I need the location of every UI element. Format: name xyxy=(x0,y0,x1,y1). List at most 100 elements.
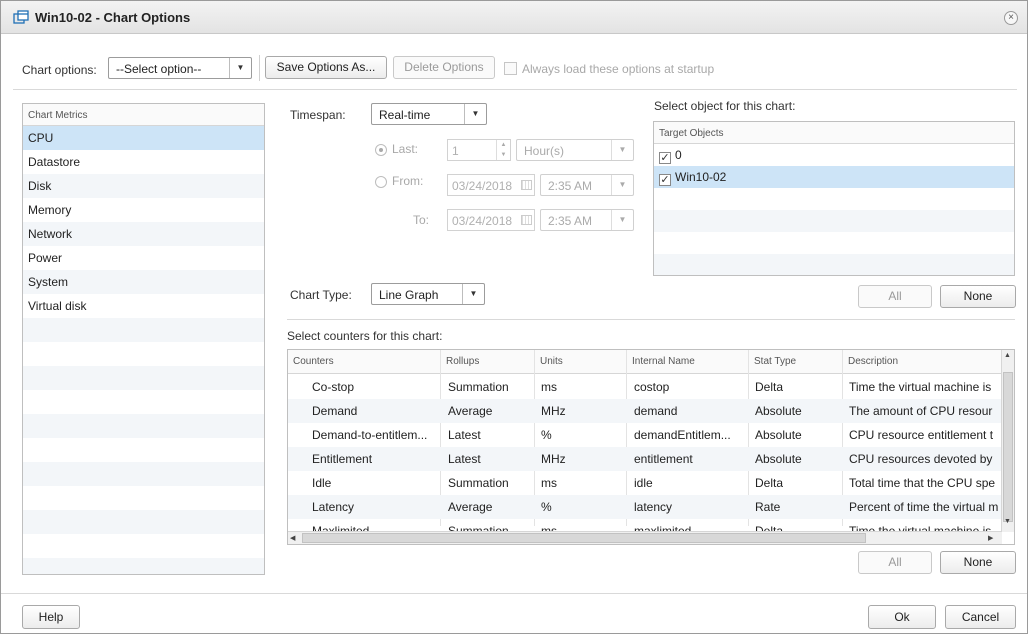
metric-item-virtual-disk[interactable]: Virtual disk xyxy=(23,294,264,318)
column-header-units[interactable]: Units xyxy=(540,356,563,367)
scroll-left-icon[interactable]: ◀ xyxy=(290,534,295,542)
column-header-counters[interactable]: Counters xyxy=(293,356,334,367)
to-date-field[interactable]: 03/24/2018 xyxy=(447,209,535,231)
scroll-up-icon[interactable]: ▲ xyxy=(1004,352,1011,359)
counters-table-header: Counters Rollups Units Internal Name Sta… xyxy=(288,350,1002,374)
ok-button[interactable]: Ok xyxy=(868,605,936,629)
metric-empty-row xyxy=(23,414,264,438)
counter-internal-name: idle xyxy=(634,476,653,490)
metric-item-network[interactable]: Network xyxy=(23,222,264,246)
counter-units: MHz xyxy=(541,404,566,418)
last-value-stepper[interactable]: 1 ▲ ▼ xyxy=(447,139,511,161)
target-object-row[interactable]: ✓ Win10-02 xyxy=(654,166,1014,188)
always-load-checkbox[interactable] xyxy=(504,62,517,75)
horizontal-scrollbar[interactable]: ◀ ▶ xyxy=(288,531,1002,544)
table-row[interactable]: Demand Average MHz demand Absolute The a… xyxy=(288,399,1002,423)
from-date-field[interactable]: 03/24/2018 xyxy=(447,174,535,196)
table-row[interactable]: Latency Average % latency Rate Percent o… xyxy=(288,495,1002,519)
to-time-select[interactable]: 2:35 AM ▼ xyxy=(540,209,634,231)
target-object-row[interactable]: ✓ 0 xyxy=(654,144,1014,166)
section-separator xyxy=(287,319,1015,320)
metric-empty-row xyxy=(23,342,264,366)
metric-item-cpu[interactable]: CPU xyxy=(23,126,264,150)
from-time-value: 2:35 AM xyxy=(548,179,593,193)
counter-name: Entitlement xyxy=(312,452,373,466)
footer-separator xyxy=(1,593,1027,594)
calendar-icon[interactable] xyxy=(521,180,532,190)
cancel-button[interactable]: Cancel xyxy=(945,605,1016,629)
last-value: 1 xyxy=(452,144,459,158)
empty-row xyxy=(654,210,1014,232)
vertical-scroll-thumb[interactable] xyxy=(1003,372,1013,522)
from-radio[interactable] xyxy=(375,176,387,188)
scroll-right-icon[interactable]: ▶ xyxy=(988,534,993,542)
counter-units: MHz xyxy=(541,452,566,466)
stepper-arrows-icon[interactable]: ▲ ▼ xyxy=(496,140,510,160)
chart-options-label: Chart options: xyxy=(22,63,97,77)
column-header-description[interactable]: Description xyxy=(848,356,898,367)
counter-description: The amount of CPU resour xyxy=(849,404,993,418)
last-radio[interactable] xyxy=(375,144,387,156)
column-header-internal-name[interactable]: Internal Name xyxy=(632,356,695,367)
delete-options-button[interactable]: Delete Options xyxy=(393,56,495,79)
chart-options-dialog: Win10-02 - Chart Options × Chart options… xyxy=(0,0,1028,634)
last-label: Last: xyxy=(392,142,419,156)
counters-none-button[interactable]: None xyxy=(940,551,1016,574)
scroll-down-icon[interactable]: ▼ xyxy=(1004,518,1011,525)
select-counters-label: Select counters for this chart: xyxy=(287,329,443,343)
counter-internal-name: demand xyxy=(634,404,678,418)
metric-empty-row xyxy=(23,366,264,390)
counter-units: % xyxy=(541,428,552,442)
timespan-label: Timespan: xyxy=(290,108,346,122)
close-button[interactable]: × xyxy=(1004,11,1018,25)
table-row[interactable]: Demand-to-entitlem... Latest % demandEnt… xyxy=(288,423,1002,447)
chart-options-select[interactable]: --Select option-- ▼ xyxy=(108,57,252,79)
column-header-stat-type[interactable]: Stat Type xyxy=(754,356,796,367)
chart-type-value: Line Graph xyxy=(379,288,439,302)
metric-empty-row xyxy=(23,534,264,558)
target-object-name: 0 xyxy=(675,148,682,162)
last-unit-select[interactable]: Hour(s) ▼ xyxy=(516,139,634,161)
calendar-icon[interactable] xyxy=(521,215,532,225)
counter-stat-type: Absolute xyxy=(755,404,802,418)
counter-units: ms xyxy=(541,380,557,394)
counter-description: Total time that the CPU spe xyxy=(849,476,996,490)
counter-rollup: Summation xyxy=(448,476,509,490)
save-options-button[interactable]: Save Options As... xyxy=(265,56,387,79)
counter-stat-type: Rate xyxy=(755,500,781,514)
target-object-name: Win10-02 xyxy=(675,170,727,184)
to-time-value: 2:35 AM xyxy=(548,214,593,228)
metric-item-system[interactable]: System xyxy=(23,270,264,294)
title-bar: Win10-02 - Chart Options × xyxy=(1,1,1027,34)
table-row[interactable]: Idle Summation ms idle Delta Total time … xyxy=(288,471,1002,495)
metric-item-power[interactable]: Power xyxy=(23,246,264,270)
objects-none-button[interactable]: None xyxy=(940,285,1016,308)
chart-metrics-header: Chart Metrics xyxy=(23,104,264,126)
metric-item-disk[interactable]: Disk xyxy=(23,174,264,198)
metric-empty-row xyxy=(23,462,264,486)
table-row[interactable]: Entitlement Latest MHz entitlement Absol… xyxy=(288,447,1002,471)
from-time-select[interactable]: 2:35 AM ▼ xyxy=(540,174,634,196)
chevron-down-icon: ▼ xyxy=(611,210,633,230)
counter-rollup: Summation xyxy=(448,380,509,394)
timespan-select[interactable]: Real-time ▼ xyxy=(371,103,487,125)
column-header-rollups[interactable]: Rollups xyxy=(446,356,479,367)
objects-all-button[interactable]: All xyxy=(858,285,932,308)
metric-item-datastore[interactable]: Datastore xyxy=(23,150,264,174)
metric-item-memory[interactable]: Memory xyxy=(23,198,264,222)
counter-stat-type: Absolute xyxy=(755,428,802,442)
counter-internal-name: demandEntitlem... xyxy=(634,428,731,442)
table-row[interactable]: Co-stop Summation ms costop Delta Time t… xyxy=(288,375,1002,399)
metric-empty-row xyxy=(23,318,264,342)
checkbox-checked-icon[interactable]: ✓ xyxy=(659,174,671,186)
help-button[interactable]: Help xyxy=(22,605,80,629)
to-date-value: 03/24/2018 xyxy=(452,214,513,228)
counters-all-button[interactable]: All xyxy=(858,551,932,574)
vertical-scrollbar[interactable]: ▲ ▼ xyxy=(1001,350,1014,532)
target-objects-header: Target Objects xyxy=(654,122,1014,144)
chart-type-select[interactable]: Line Graph ▼ xyxy=(371,283,485,305)
checkbox-checked-icon[interactable]: ✓ xyxy=(659,152,671,164)
metric-empty-row xyxy=(23,390,264,414)
counter-units: % xyxy=(541,500,552,514)
horizontal-scroll-thumb[interactable] xyxy=(302,533,866,543)
